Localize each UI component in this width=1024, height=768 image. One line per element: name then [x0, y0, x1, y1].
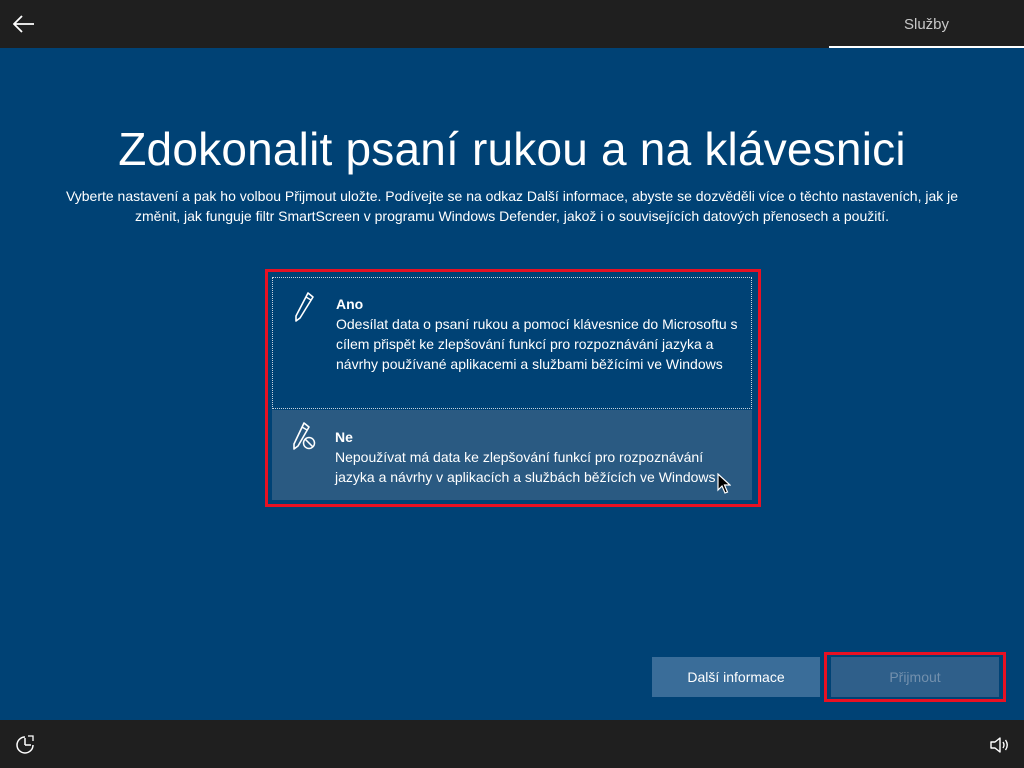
pen-blocked-icon — [293, 422, 316, 450]
option-yes[interactable]: Ano Odesílat data o psaní rukou a pomocí… — [272, 277, 752, 409]
accept-button[interactable]: Přijmout — [831, 657, 999, 697]
page-description: Vyberte nastavení a pak ho volbou Přijmo… — [65, 188, 959, 224]
option-no[interactable]: Ne Nepoužívat má data ke zlepšování funk… — [272, 410, 752, 500]
pen-icon — [295, 292, 314, 322]
option-yes-description: Odesílat data o psaní rukou a pomocí klá… — [336, 316, 738, 372]
top-bar: Služby — [0, 0, 1024, 48]
ease-of-access-icon[interactable] — [14, 734, 36, 756]
bottom-bar — [0, 720, 1024, 768]
option-yes-title: Ano — [336, 296, 364, 312]
option-no-description: Nepoužívat má data ke zlepšování funkcí … — [335, 449, 716, 485]
more-info-button[interactable]: Další informace — [652, 657, 820, 697]
mouse-cursor-icon — [717, 473, 731, 494]
step-tab-services: Služby — [829, 0, 1024, 48]
option-no-title: Ne — [335, 429, 353, 445]
step-tab-underline — [829, 46, 1024, 48]
back-arrow-icon — [13, 15, 34, 33]
page-title: Zdokonalit psaní rukou a na klávesnici — [118, 123, 906, 175]
step-tab-label: Služby — [903, 15, 950, 33]
back-button[interactable] — [8, 8, 40, 40]
volume-icon[interactable] — [988, 734, 1010, 756]
